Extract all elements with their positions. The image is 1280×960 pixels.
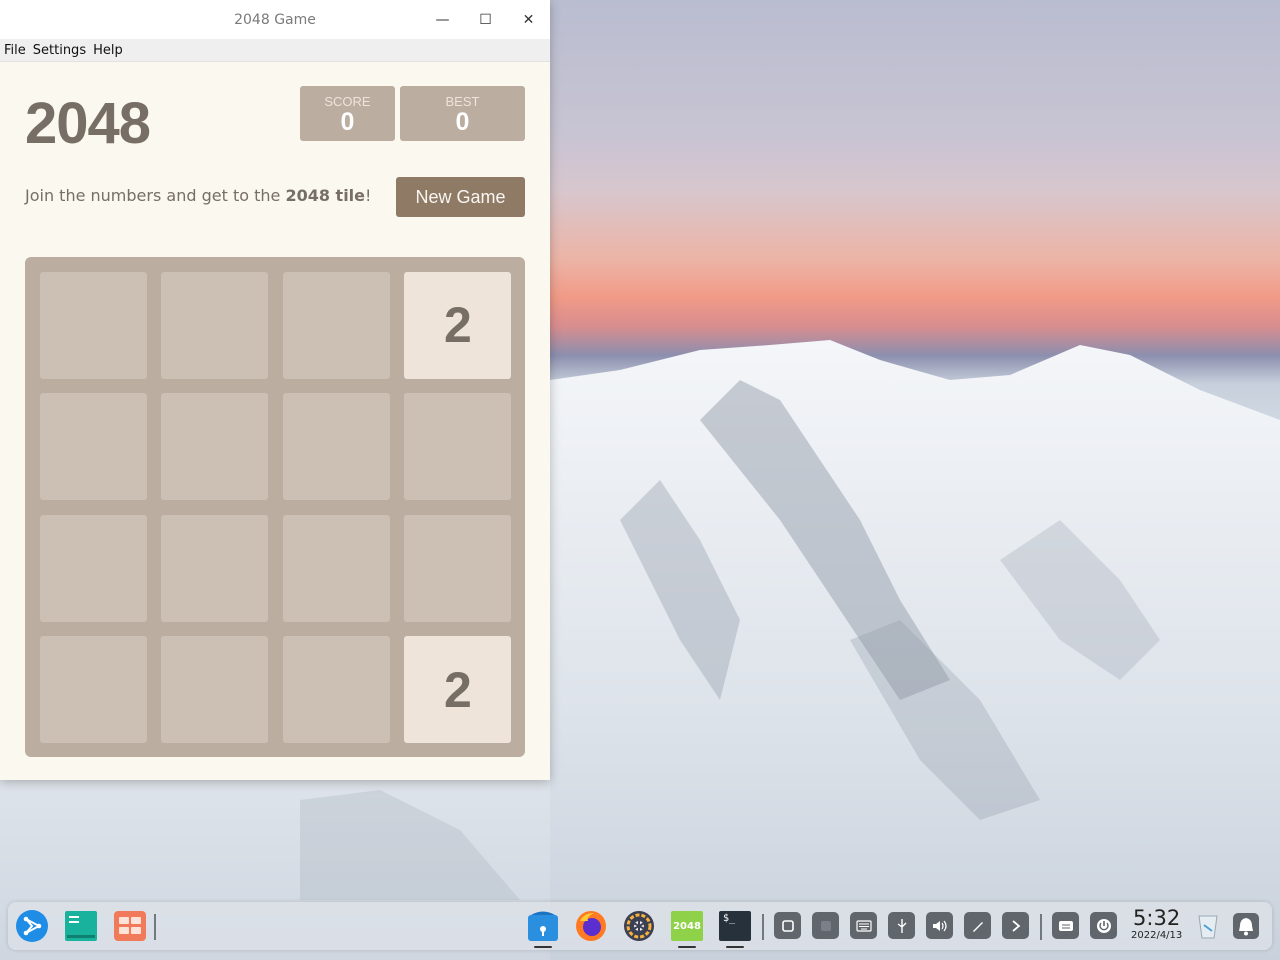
2048-app-button[interactable]: 2048 bbox=[670, 909, 704, 943]
intro-prefix: Join the numbers and get to the bbox=[25, 186, 286, 205]
menu-settings[interactable]: Settings bbox=[30, 43, 89, 58]
notification-bell-icon bbox=[1233, 913, 1259, 939]
pen-icon bbox=[972, 921, 983, 932]
volume-tray-button[interactable] bbox=[926, 912, 953, 939]
expand-arrow-icon bbox=[1011, 919, 1020, 932]
menu-bar: File Settings Help bbox=[0, 39, 550, 62]
keyboard-tray-button[interactable] bbox=[850, 912, 877, 939]
score-value: 0 bbox=[340, 108, 355, 136]
score-label: SCORE bbox=[324, 94, 371, 109]
multitasking-view-button[interactable] bbox=[64, 909, 98, 943]
minimize-button[interactable]: — bbox=[421, 0, 464, 39]
clock-date: 2022/4/13 bbox=[1131, 930, 1183, 941]
empty-cell bbox=[161, 636, 269, 744]
workspace-button[interactable] bbox=[113, 909, 147, 943]
launcher-icon bbox=[16, 910, 48, 942]
usb-tray-button[interactable] bbox=[888, 912, 915, 939]
window-controls: — ☐ ✕ bbox=[421, 0, 550, 39]
best-box: BEST 0 bbox=[400, 86, 525, 141]
empty-cell bbox=[404, 514, 512, 622]
taskbar-separator bbox=[154, 914, 156, 940]
running-indicator bbox=[534, 946, 552, 948]
empty-cell bbox=[39, 271, 147, 379]
launcher-button[interactable] bbox=[15, 909, 49, 943]
running-indicator bbox=[678, 946, 696, 948]
app-store-button[interactable] bbox=[526, 909, 560, 943]
expand-tray-button[interactable] bbox=[1002, 912, 1029, 939]
maximize-button[interactable]: ☐ bbox=[464, 0, 507, 39]
power-icon bbox=[1096, 918, 1111, 933]
firefox-icon bbox=[576, 911, 606, 941]
game-title: 2048 bbox=[25, 91, 151, 156]
usb-icon bbox=[897, 918, 906, 933]
taskbar: 2048 $_ 5:32 2022/4/13 bbox=[8, 902, 1272, 950]
window-title: 2048 Game bbox=[234, 11, 316, 28]
power-tray-button[interactable] bbox=[1090, 912, 1117, 939]
empty-cell bbox=[282, 514, 390, 622]
empty-cell bbox=[39, 514, 147, 622]
tile: 2 bbox=[404, 636, 512, 744]
best-label: BEST bbox=[445, 94, 480, 109]
2048-app-label: 2048 bbox=[673, 920, 701, 932]
volume-icon bbox=[932, 920, 947, 931]
score-box: SCORE 0 bbox=[300, 86, 395, 141]
keyboard-icon bbox=[855, 919, 872, 932]
empty-cell bbox=[282, 636, 390, 744]
empty-cell bbox=[282, 393, 390, 501]
tile: 2 bbox=[404, 271, 512, 379]
firefox-button[interactable] bbox=[574, 909, 608, 943]
notification-button[interactable] bbox=[1229, 909, 1263, 943]
empty-cell bbox=[39, 636, 147, 744]
game-area: 2048 SCORE 0 BEST 0 Join the numbers and… bbox=[0, 62, 550, 780]
empty-cell bbox=[161, 514, 269, 622]
system-settings-button[interactable] bbox=[622, 909, 656, 943]
intro-bold: 2048 tile bbox=[285, 186, 366, 205]
window-tray-button[interactable] bbox=[774, 912, 801, 939]
empty-cell bbox=[161, 271, 269, 379]
empty-cell bbox=[39, 393, 147, 501]
menu-help[interactable]: Help bbox=[90, 43, 126, 58]
best-value: 0 bbox=[455, 108, 470, 136]
app-store-icon bbox=[528, 911, 558, 941]
input-method-icon bbox=[1058, 920, 1073, 931]
game-window: 2048 Game — ☐ ✕ File Settings Help 2048 … bbox=[0, 0, 550, 780]
multitasking-view-icon bbox=[65, 911, 97, 941]
workspace-icon bbox=[114, 911, 146, 941]
close-button[interactable]: ✕ bbox=[507, 0, 550, 39]
running-indicator bbox=[726, 946, 744, 948]
window-icon bbox=[781, 919, 794, 932]
clock[interactable]: 5:32 2022/4/13 bbox=[1131, 906, 1183, 942]
pen-tray-button[interactable] bbox=[964, 912, 991, 939]
new-game-button[interactable]: New Game bbox=[396, 177, 525, 217]
terminal-button[interactable]: $_ bbox=[718, 909, 752, 943]
menu-file[interactable]: File bbox=[0, 43, 29, 58]
intro-suffix: ! bbox=[365, 186, 372, 205]
taskbar-separator bbox=[762, 914, 764, 940]
empty-cell bbox=[282, 271, 390, 379]
window-alt-tray-button[interactable] bbox=[812, 912, 839, 939]
taskbar-separator bbox=[1040, 914, 1042, 940]
window-alt-icon bbox=[820, 920, 831, 931]
empty-cell bbox=[161, 393, 269, 501]
terminal-label: $_ bbox=[723, 913, 736, 924]
trash-icon bbox=[1198, 915, 1218, 939]
game-intro: Join the numbers and get to the 2048 til… bbox=[25, 186, 371, 205]
game-board[interactable]: 22 bbox=[25, 257, 525, 757]
input-method-tray-button[interactable] bbox=[1052, 912, 1079, 939]
title-bar[interactable]: 2048 Game — ☐ ✕ bbox=[0, 0, 550, 39]
trash-button[interactable] bbox=[1191, 909, 1225, 943]
clock-time: 5:32 bbox=[1133, 906, 1181, 930]
empty-cell bbox=[404, 393, 512, 501]
settings-icon bbox=[624, 911, 654, 941]
